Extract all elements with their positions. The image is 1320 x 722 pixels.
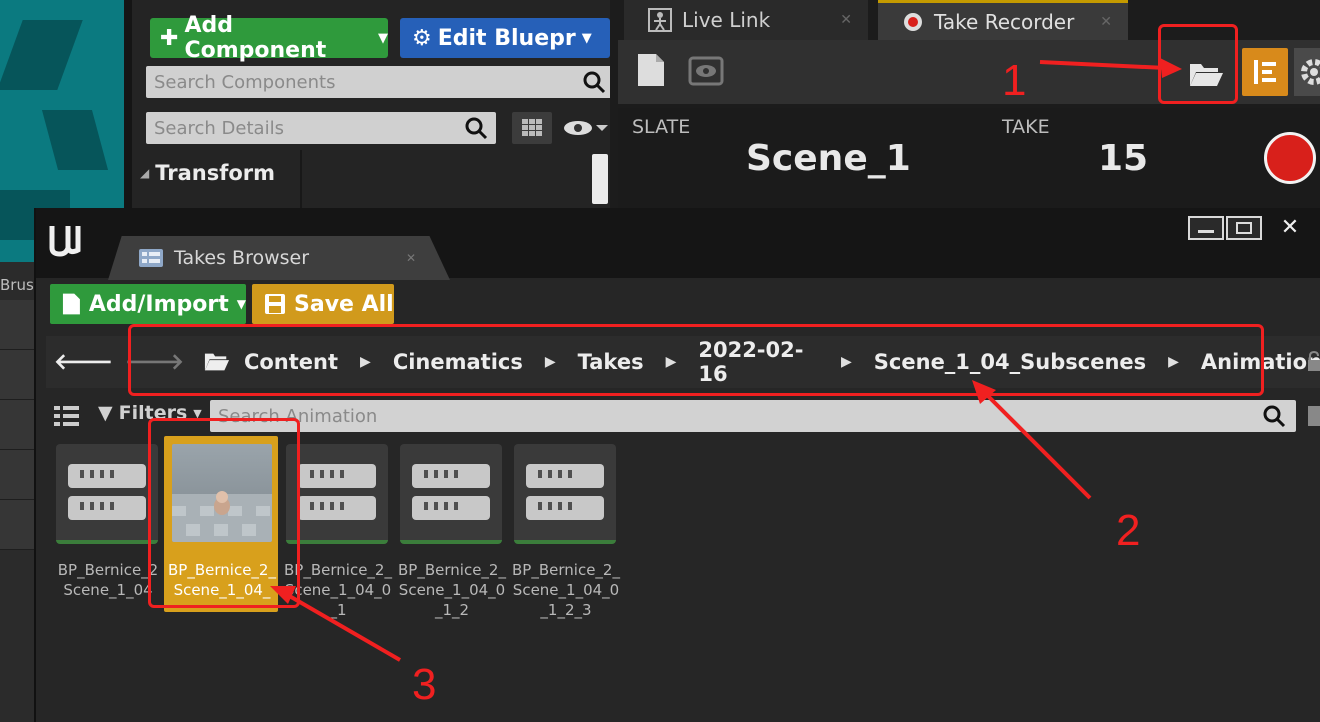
- arrowhead: [270, 586, 296, 604]
- arrowhead: [1160, 58, 1182, 78]
- annotation-arrow-3: [284, 592, 402, 662]
- annotation-arrow-1: [1039, 60, 1167, 70]
- annotation-arrows: [270, 58, 1182, 662]
- annotation-arrow-2: [982, 390, 1092, 500]
